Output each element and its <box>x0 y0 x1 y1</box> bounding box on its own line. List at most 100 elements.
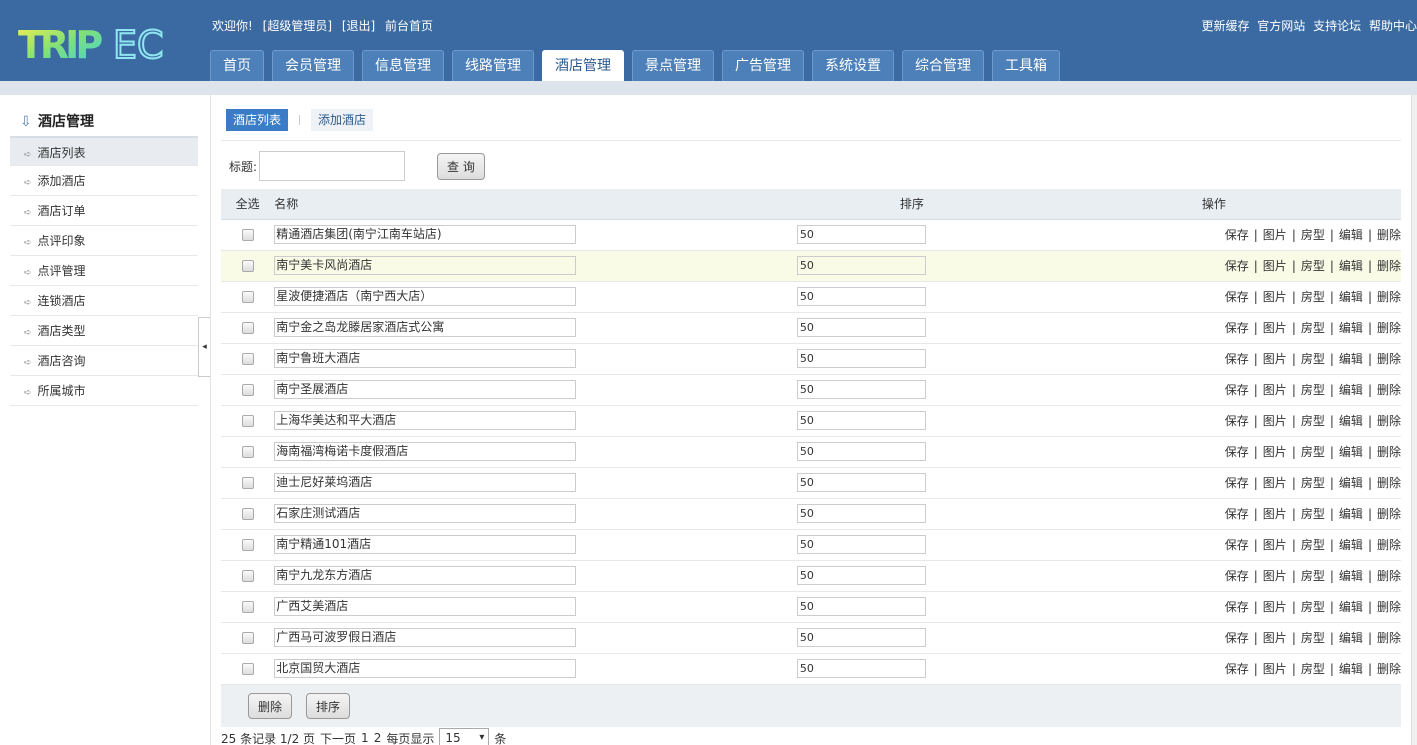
page-scrollbar[interactable] <box>1411 95 1417 745</box>
row-op-link[interactable]: 房型 <box>1301 228 1325 242</box>
row-op-link[interactable]: 图片 <box>1263 290 1287 304</box>
page-link-1[interactable]: 1 <box>361 731 369 745</box>
support-forum-link[interactable]: 支持论坛 <box>1313 19 1361 33</box>
nav-tab-home[interactable]: 首页 <box>210 50 264 81</box>
row-checkbox[interactable] <box>241 477 254 489</box>
row-checkbox[interactable] <box>241 632 254 644</box>
row-op-link[interactable]: 房型 <box>1301 445 1325 459</box>
order-input[interactable]: 50 <box>796 504 926 523</box>
row-op-link[interactable]: 编辑 <box>1339 321 1363 335</box>
subtab-add-hotel[interactable]: 添加酒店 <box>311 109 374 131</box>
row-op-link[interactable]: 图片 <box>1263 321 1287 335</box>
row-op-link[interactable]: 房型 <box>1301 414 1325 428</box>
row-checkbox[interactable] <box>241 384 254 396</box>
row-op-link[interactable]: 保存 <box>1225 569 1249 583</box>
row-op-link[interactable]: 删除 <box>1377 445 1401 459</box>
hotel-name-input[interactable]: 北京国贸大酒店 <box>274 659 577 678</box>
row-op-link[interactable]: 房型 <box>1301 290 1325 304</box>
title-search-input[interactable] <box>259 151 406 181</box>
row-op-link[interactable]: 保存 <box>1225 662 1249 676</box>
row-op-link[interactable]: 保存 <box>1225 507 1249 521</box>
order-input[interactable]: 50 <box>796 287 926 306</box>
row-op-link[interactable]: 保存 <box>1225 259 1249 273</box>
row-op-link[interactable]: 图片 <box>1263 569 1287 583</box>
order-input[interactable]: 50 <box>796 225 926 244</box>
row-checkbox[interactable] <box>241 260 254 272</box>
row-checkbox[interactable] <box>241 601 254 613</box>
hotel-name-input[interactable]: 南宁金之岛龙滕居家酒店式公寓 <box>274 318 577 337</box>
nav-tab-general[interactable]: 综合管理 <box>902 50 984 81</box>
row-op-link[interactable]: 删除 <box>1377 538 1401 552</box>
row-op-link[interactable]: 删除 <box>1377 290 1401 304</box>
row-op-link[interactable]: 保存 <box>1225 631 1249 645</box>
row-op-link[interactable]: 保存 <box>1225 352 1249 366</box>
row-op-link[interactable]: 房型 <box>1301 538 1325 552</box>
row-op-link[interactable]: 删除 <box>1377 259 1401 273</box>
hotel-name-input[interactable]: 上海华美达和平大酒店 <box>274 411 577 430</box>
order-input[interactable]: 50 <box>796 256 926 275</box>
hotel-name-input[interactable]: 迪士尼好莱坞酒店 <box>274 473 577 492</box>
row-op-link[interactable]: 删除 <box>1377 383 1401 397</box>
nav-tab-toolbox[interactable]: 工具箱 <box>992 50 1060 81</box>
sidebar-item-cities[interactable]: ➪ 所属城市 <box>10 376 198 406</box>
row-checkbox[interactable] <box>241 446 254 458</box>
row-op-link[interactable]: 编辑 <box>1339 414 1363 428</box>
hotel-name-input[interactable]: 南宁鲁班大酒店 <box>274 349 577 368</box>
row-op-link[interactable]: 保存 <box>1225 290 1249 304</box>
sidebar-item-review-management[interactable]: ➪ 点评管理 <box>10 256 198 286</box>
row-op-link[interactable]: 保存 <box>1225 414 1249 428</box>
row-op-link[interactable]: 删除 <box>1377 662 1401 676</box>
row-op-link[interactable]: 图片 <box>1263 228 1287 242</box>
row-op-link[interactable]: 删除 <box>1377 352 1401 366</box>
row-op-link[interactable]: 保存 <box>1225 476 1249 490</box>
row-checkbox[interactable] <box>241 229 254 241</box>
row-op-link[interactable]: 图片 <box>1263 538 1287 552</box>
row-op-link[interactable]: 删除 <box>1377 507 1401 521</box>
row-op-link[interactable]: 删除 <box>1377 228 1401 242</box>
row-op-link[interactable]: 房型 <box>1301 662 1325 676</box>
order-input[interactable]: 50 <box>796 566 926 585</box>
sidebar-item-hotel-inquiries[interactable]: ➪ 酒店咨询 <box>10 346 198 376</box>
next-page-link[interactable]: 下一页 <box>320 730 356 745</box>
row-op-link[interactable]: 编辑 <box>1339 259 1363 273</box>
subtab-hotel-list[interactable]: 酒店列表 <box>226 109 289 131</box>
row-op-link[interactable]: 房型 <box>1301 476 1325 490</box>
row-op-link[interactable]: 保存 <box>1225 600 1249 614</box>
row-op-link[interactable]: 房型 <box>1301 383 1325 397</box>
hotel-name-input[interactable]: 星波便捷酒店（南宁西大店） <box>274 287 577 306</box>
row-op-link[interactable]: 图片 <box>1263 600 1287 614</box>
hotel-name-input[interactable]: 广西艾美酒店 <box>274 597 577 616</box>
bulk-delete-button[interactable]: 删除 <box>248 693 293 719</box>
row-checkbox[interactable] <box>241 353 254 365</box>
row-op-link[interactable]: 编辑 <box>1339 507 1363 521</box>
row-op-link[interactable]: 编辑 <box>1339 445 1363 459</box>
nav-tab-info[interactable]: 信息管理 <box>362 50 444 81</box>
nav-tab-members[interactable]: 会员管理 <box>272 50 354 81</box>
row-op-link[interactable]: 编辑 <box>1339 290 1363 304</box>
select-all-header[interactable]: 全选 <box>221 189 275 220</box>
hotel-name-input[interactable]: 精通酒店集团(南宁江南车站店) <box>274 225 577 244</box>
order-input[interactable]: 50 <box>796 442 926 461</box>
nav-tab-hotels[interactable]: 酒店管理 <box>542 50 624 81</box>
hotel-name-input[interactable]: 南宁九龙东方酒店 <box>274 566 577 585</box>
order-input[interactable]: 50 <box>796 535 926 554</box>
row-op-link[interactable]: 保存 <box>1225 445 1249 459</box>
user-role-link[interactable]: [超级管理员] <box>263 19 332 33</box>
row-op-link[interactable]: 编辑 <box>1339 600 1363 614</box>
sidebar-item-chain-hotels[interactable]: ➪ 连锁酒店 <box>10 286 198 316</box>
row-op-link[interactable]: 房型 <box>1301 507 1325 521</box>
row-op-link[interactable]: 图片 <box>1263 383 1287 397</box>
order-input[interactable]: 50 <box>796 380 926 399</box>
row-op-link[interactable]: 房型 <box>1301 600 1325 614</box>
row-op-link[interactable]: 删除 <box>1377 569 1401 583</box>
row-op-link[interactable]: 编辑 <box>1339 569 1363 583</box>
order-input[interactable]: 50 <box>796 349 926 368</box>
row-checkbox[interactable] <box>241 663 254 675</box>
row-checkbox[interactable] <box>241 539 254 551</box>
row-op-link[interactable]: 编辑 <box>1339 383 1363 397</box>
order-input[interactable]: 50 <box>796 628 926 647</box>
row-op-link[interactable]: 图片 <box>1263 259 1287 273</box>
row-op-link[interactable]: 保存 <box>1225 383 1249 397</box>
row-op-link[interactable]: 删除 <box>1377 414 1401 428</box>
order-input[interactable]: 50 <box>796 318 926 337</box>
